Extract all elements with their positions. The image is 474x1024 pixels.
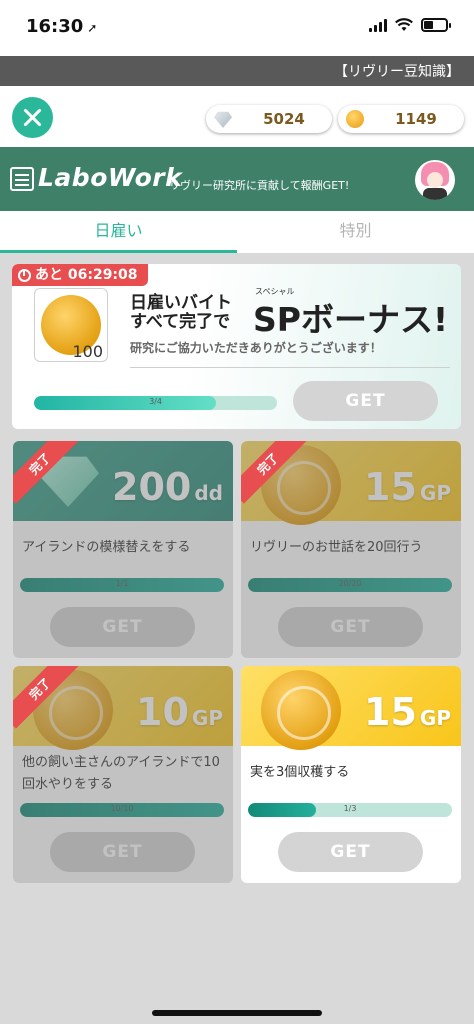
reward-amount: 15 GP xyxy=(364,690,451,734)
reward-item: 100 xyxy=(34,288,108,362)
bonus-subtitle: 研究にご協力いただきありがとうございます！ xyxy=(130,341,382,355)
task-card-redecorate: 200 dd アイランドの模様替えをする 1/1 GET 完了 xyxy=(13,441,233,658)
diamond-icon xyxy=(214,111,232,128)
app-logo-text: LaboWork xyxy=(38,163,183,192)
task-progress-bar: 1/3 xyxy=(248,803,452,817)
task-progress-text: 1/3 xyxy=(343,804,357,813)
diamond-counter: 5024 xyxy=(206,105,332,133)
bonus-progress-text: 3/4 xyxy=(149,397,162,406)
clock-icon xyxy=(18,268,31,282)
countdown-timer: あと 06:29:08 xyxy=(12,264,148,286)
status-time: 16:30 ➚ xyxy=(26,16,98,37)
timer-text: あと 06:29:08 xyxy=(35,267,138,283)
location-arrow-icon: ➚ xyxy=(87,21,98,35)
coin-icon xyxy=(261,670,341,750)
task-reward-banner: 15 GP xyxy=(241,666,461,750)
diamond-count: 5024 xyxy=(263,110,305,128)
battery-icon xyxy=(421,18,451,32)
bonus-heading-line2: すべて完了で xyxy=(130,312,231,332)
wifi-icon xyxy=(395,18,413,31)
signal-icon xyxy=(369,18,387,32)
close-button[interactable] xyxy=(12,97,53,138)
task-card-watering: 10 GP 他の飼い主さんのアイランドで10回水やりをする 10/10 GET 完… xyxy=(13,666,233,883)
reward-quantity: 100 xyxy=(72,342,103,361)
tab-daily[interactable]: 日雇い xyxy=(0,211,237,253)
task-get-button[interactable]: GET xyxy=(278,832,423,872)
tab-bar: 日雇い 特別 xyxy=(0,211,474,253)
bonus-heading: 日雇いバイト すべて完了で xyxy=(130,294,232,332)
sp-bonus-card: あと 06:29:08 100 日雇いバイト すべて完了で スペシャル SPボー… xyxy=(12,264,461,429)
labo-work-header: LaboWork リヴリー研究所に貢献して報酬GET! xyxy=(0,147,474,211)
top-bar: 5024 1149 xyxy=(0,86,474,147)
bonus-progress-bar: 3/4 xyxy=(34,396,277,410)
status-icons xyxy=(369,18,451,32)
status-bar: 16:30 ➚ xyxy=(0,0,474,56)
bonus-heading-line1: 日雇いバイト xyxy=(130,293,232,313)
coin-icon xyxy=(346,110,364,128)
tab-special[interactable]: 特別 xyxy=(237,211,474,253)
sp-bonus-title: SPボーナス! xyxy=(253,300,449,339)
coin-counter: 1149 xyxy=(338,105,464,133)
home-indicator[interactable] xyxy=(152,1010,322,1016)
labo-logo-icon xyxy=(10,167,34,191)
news-ticker[interactable]: 【リヴリー豆知識】 xyxy=(0,56,474,86)
avatar[interactable] xyxy=(415,160,455,200)
task-card-harvest: 15 GP 実を3個収穫する 1/3 GET xyxy=(241,666,461,883)
header-subtitle: リヴリー研究所に貢献して報酬GET! xyxy=(169,179,350,192)
task-card-care: 15 GP リヴリーのお世話を20回行う 20/20 GET 完了 xyxy=(241,441,461,658)
task-title: 実を3個収穫する xyxy=(250,765,350,780)
ticker-text: 【リヴリー豆知識】 xyxy=(334,64,460,80)
coin-count: 1149 xyxy=(395,110,437,128)
divider xyxy=(130,367,450,368)
bonus-get-button[interactable]: GET xyxy=(293,381,438,421)
